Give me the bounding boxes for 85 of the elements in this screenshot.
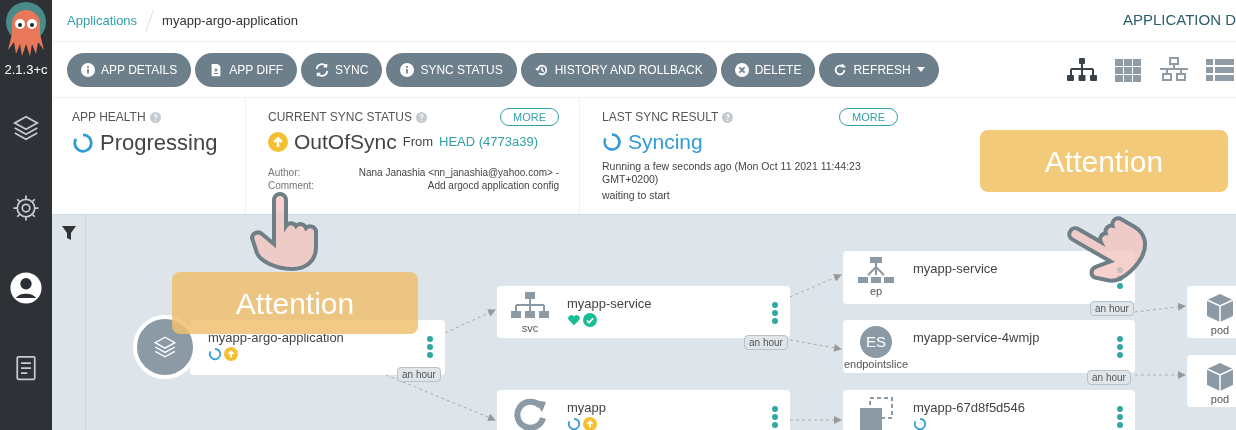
grid-view-icon[interactable]	[1112, 56, 1144, 83]
age-label: an hour	[744, 335, 788, 350]
more-menu-icon[interactable]	[1117, 336, 1123, 358]
section-title: LAST SYNC RESULT	[602, 109, 719, 126]
resource-node[interactable]: svc myapp-service	[497, 286, 790, 338]
toolbar-button[interactable]: APP DETAILS	[67, 52, 192, 87]
toolbar-button[interactable]: SYNC STATUS	[386, 52, 517, 87]
resource-node[interactable]: ES endpointslice myapp-service-4wmjp	[843, 320, 1135, 373]
info-icon	[400, 62, 415, 77]
more-menu-icon[interactable]	[427, 336, 433, 358]
heart-icon	[567, 313, 581, 327]
arrow-up-icon	[583, 417, 597, 430]
resource-node[interactable]: ep myapp-service	[843, 251, 1135, 304]
resource-node[interactable]: myapp	[497, 390, 790, 430]
kind-label: pod	[1210, 324, 1230, 337]
user-icon	[9, 271, 43, 305]
health-status: Progressing	[100, 129, 218, 157]
settings-icon	[11, 193, 41, 223]
sync-detail: Running a few seconds ago (Mon Oct 11 2021 11:44:23 GMT+0200)	[602, 159, 862, 186]
layers-icon	[11, 113, 41, 143]
cube-icon	[1204, 361, 1236, 393]
spinner-icon	[602, 131, 622, 152]
toolbar-button[interactable]: SYNC	[301, 52, 383, 87]
tree-view-icon[interactable]	[1066, 56, 1098, 83]
delete-icon	[734, 62, 749, 77]
kind-badge: ES	[860, 326, 892, 358]
last-sync-status: Syncing	[628, 129, 703, 155]
author-label: Author:	[268, 165, 302, 179]
version-label: 2.1.3+c	[4, 62, 48, 78]
spinner-icon	[567, 417, 581, 430]
toolbar-button[interactable]: DELETE	[720, 52, 816, 87]
info-icon	[81, 62, 95, 77]
node-name: myapp	[567, 400, 608, 416]
comment-value: Add argocd application config	[426, 178, 559, 192]
spinner-icon	[913, 417, 927, 430]
revision-link[interactable]: HEAD (4773a39)	[439, 132, 539, 152]
node-name: myapp-67d8f5d546	[913, 400, 1027, 416]
help-icon	[149, 111, 161, 123]
arrow-up-icon	[268, 131, 288, 152]
history-icon	[534, 62, 549, 77]
list-view-icon[interactable]	[1204, 56, 1236, 83]
cube-icon	[1204, 292, 1236, 324]
node-name: myapp-service	[567, 296, 653, 312]
arrow-up-icon	[224, 347, 238, 361]
age-label: an hour	[397, 367, 441, 382]
breadcrumb-link[interactable]: Applications	[67, 10, 138, 31]
page-title: APPLICATION D	[1122, 10, 1236, 31]
check-icon	[583, 313, 597, 327]
more-menu-icon[interactable]	[772, 406, 778, 428]
breadcrumb-current: myapp-argo-application	[162, 11, 298, 30]
node-name: myapp-service-4wmjp	[913, 330, 1041, 346]
age-label: an hour	[1087, 370, 1131, 385]
attention-label: Attention	[980, 130, 1228, 192]
author-value: Nana Janashia <nn_janashia@yahoo.com> -	[357, 165, 559, 179]
refresh-icon	[833, 62, 848, 77]
kind-label: pod	[1210, 393, 1230, 406]
resource-node[interactable]: myapp-67d8f5d546	[843, 390, 1135, 430]
caret-icon	[916, 67, 925, 72]
attention-label: Attention	[172, 272, 418, 334]
kind-label: endpointslice	[843, 358, 909, 371]
network-view-icon[interactable]	[1158, 56, 1190, 83]
more-menu-icon[interactable]	[772, 302, 778, 324]
section-title: APP HEALTH	[72, 109, 146, 126]
kind-label: ep	[869, 285, 883, 298]
help-icon	[722, 111, 734, 123]
more-menu-icon[interactable]	[1117, 406, 1123, 428]
endpoints-icon	[857, 257, 895, 285]
toolbar-button[interactable]: HISTORY AND ROLLBACK	[520, 52, 717, 87]
filter-icon[interactable]	[60, 225, 77, 241]
section-title: CURRENT SYNC STATUS	[268, 109, 412, 126]
resource-node[interactable]: pod	[1187, 286, 1236, 338]
resource-node[interactable]: pod	[1187, 355, 1236, 407]
toolbar-button[interactable]: APP DIFF	[195, 52, 298, 87]
age-label: an hour	[1090, 301, 1134, 316]
from-label: From	[402, 133, 434, 151]
comment-label: Comment:	[268, 178, 315, 192]
kind-label: svc	[521, 322, 539, 335]
sync-status: OutOfSync	[294, 129, 397, 155]
help-icon	[416, 111, 427, 123]
sync-icon	[315, 62, 330, 77]
node-name: myapp-service	[913, 261, 999, 277]
sync-message: waiting to start	[602, 188, 671, 202]
toolbar-button[interactable]: REFRESH	[819, 52, 939, 87]
spinner-icon	[208, 347, 222, 361]
spinner-icon	[72, 131, 94, 154]
